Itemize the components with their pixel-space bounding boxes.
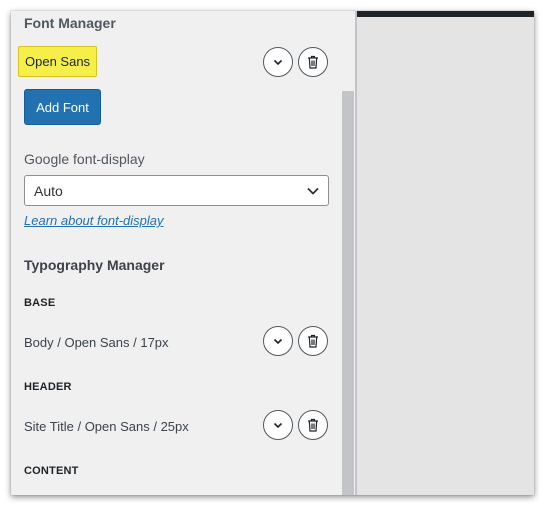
font-delete-button[interactable] [298,47,328,77]
group-label-header: HEADER [24,381,72,393]
site-preview [357,11,534,495]
site-title-delete-button[interactable] [298,410,328,440]
customizer-window: Font Manager Open Sans Add Font Google f… [11,11,534,495]
typography-manager-title: Typography Manager [24,257,165,273]
font-display-select[interactable]: Auto [24,175,329,206]
group-label-content: CONTENT [24,465,79,477]
scrollbar-thumb[interactable] [342,91,354,495]
chevron-down-icon [273,59,283,66]
chevron-down-icon [273,422,283,429]
typography-item-body[interactable]: Body / Open Sans / 17px [24,335,169,350]
trash-icon [308,55,318,69]
font-manager-title: Font Manager [24,15,116,31]
body-expand-button[interactable] [263,326,293,356]
font-expand-button[interactable] [263,47,293,77]
customizer-sidebar: Font Manager Open Sans Add Font Google f… [11,11,356,495]
group-label-base: BASE [24,297,56,309]
learn-font-display-link[interactable]: Learn about font-display [24,213,163,228]
chevron-down-icon [273,338,283,345]
font-display-label: Google font-display [24,151,145,167]
font-display-value: Auto [34,182,63,199]
typography-item-site-title[interactable]: Site Title / Open Sans / 25px [24,419,189,434]
font-item-open-sans[interactable]: Open Sans [18,46,98,77]
site-title-expand-button[interactable] [263,410,293,440]
add-font-button[interactable]: Add Font [24,89,101,125]
trash-icon [308,334,318,348]
trash-icon [308,418,318,432]
body-delete-button[interactable] [298,326,328,356]
chevron-down-icon [307,187,319,195]
preview-top-bar [357,11,534,17]
